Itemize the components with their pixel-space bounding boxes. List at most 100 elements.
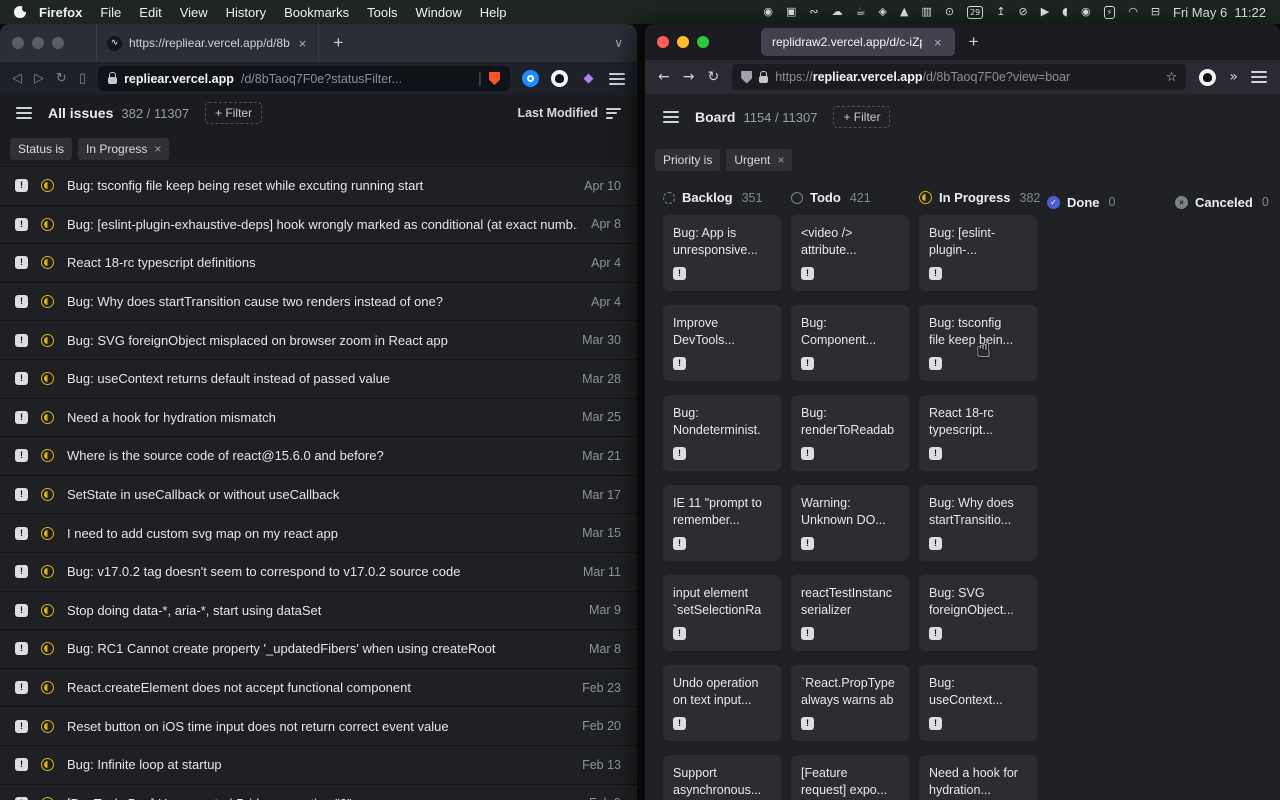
remove-filter-icon[interactable]: × bbox=[154, 142, 161, 156]
priority-urgent-icon[interactable]: ! bbox=[15, 720, 28, 733]
menu-item[interactable]: Edit bbox=[130, 5, 170, 20]
priority-urgent-icon[interactable]: ! bbox=[15, 488, 28, 501]
back-button[interactable]: ◁ bbox=[12, 71, 22, 86]
priority-urgent-icon[interactable]: ! bbox=[15, 411, 28, 424]
menu-item[interactable]: Window bbox=[407, 5, 471, 20]
reload-button[interactable]: ↻ bbox=[707, 69, 719, 85]
issue-row[interactable]: ! Need a hook for hydration mismatch Mar… bbox=[0, 399, 637, 438]
issue-row[interactable]: ! [DevTools Bug] Unsupported Bridge oper… bbox=[0, 785, 637, 800]
cloud-icon[interactable]: ☁ bbox=[832, 6, 843, 18]
issue-row[interactable]: ! Bug: Why does startTransition cause tw… bbox=[0, 283, 637, 322]
browser-menu-icon[interactable] bbox=[609, 73, 625, 85]
issue-row[interactable]: ! Bug: Infinite loop at startup Feb 13 bbox=[0, 746, 637, 785]
menu-item[interactable]: Help bbox=[471, 5, 516, 20]
priority-urgent-icon[interactable]: ! bbox=[15, 179, 28, 192]
status-in-progress-icon[interactable] bbox=[41, 720, 54, 733]
menu-item-firefox[interactable]: Firefox bbox=[30, 5, 91, 20]
record-icon[interactable]: ◉ bbox=[763, 6, 773, 18]
browser-tab[interactable]: replidraw2.vercel.app/d/c-iZpq × bbox=[761, 28, 955, 56]
status-in-progress-icon[interactable] bbox=[41, 334, 54, 347]
board-card[interactable]: React 18-rc typescript... ! bbox=[919, 395, 1037, 471]
board-card[interactable]: reactTestInstanc serializer ! bbox=[791, 575, 909, 651]
github-extension-icon[interactable] bbox=[1199, 69, 1216, 86]
sort-control[interactable]: Last Modified bbox=[517, 106, 621, 120]
add-filter-button[interactable]: + Filter bbox=[205, 102, 262, 124]
status-in-progress-icon[interactable] bbox=[41, 179, 54, 192]
filter-field-chip[interactable]: Priority is bbox=[655, 149, 720, 171]
minimize-window-button[interactable] bbox=[677, 36, 689, 48]
layout-icon[interactable]: ▥ bbox=[921, 6, 931, 18]
bookmark-icon[interactable]: ▯ bbox=[79, 71, 86, 86]
board-card[interactable]: Warning: Unknown DO... ! bbox=[791, 485, 909, 561]
issue-row[interactable]: ! Where is the source code of react@15.6… bbox=[0, 437, 637, 476]
menu-item[interactable]: View bbox=[171, 5, 217, 20]
status-in-progress-icon[interactable] bbox=[41, 681, 54, 694]
board-card[interactable]: Bug: renderToReadab ! bbox=[791, 395, 909, 471]
github-extension-icon[interactable] bbox=[551, 70, 568, 87]
issue-row[interactable]: ! Bug: useContext returns default instea… bbox=[0, 360, 637, 399]
close-window-button[interactable] bbox=[12, 37, 24, 49]
power-circle-icon[interactable]: ⊘ bbox=[1018, 6, 1027, 18]
extension-puzzle-icon[interactable]: ◆ bbox=[580, 70, 597, 87]
forward-button[interactable]: → bbox=[683, 69, 695, 85]
board-card[interactable]: Bug: Nondeterminist. ! bbox=[663, 395, 781, 471]
status-in-progress-icon[interactable] bbox=[41, 565, 54, 578]
play-circle-icon[interactable]: ▶ bbox=[1041, 6, 1049, 18]
issue-row[interactable]: ! Bug: v17.0.2 tag doesn't seem to corre… bbox=[0, 553, 637, 592]
close-window-button[interactable] bbox=[657, 36, 669, 48]
issue-row[interactable]: ! Bug: tsconfig file keep being reset wh… bbox=[0, 167, 637, 206]
volume-icon[interactable]: ◖ bbox=[1062, 6, 1068, 18]
issue-row[interactable]: ! Bug: SVG foreignObject misplaced on br… bbox=[0, 321, 637, 360]
issue-row[interactable]: ! I need to add custom svg map on my rea… bbox=[0, 514, 637, 553]
status-in-progress-icon[interactable] bbox=[41, 758, 54, 771]
status-in-progress-icon[interactable] bbox=[41, 411, 54, 424]
browser-tab[interactable]: ∿ https://repliear.vercel.app/d/8b × bbox=[96, 24, 319, 62]
window-controls[interactable] bbox=[657, 36, 709, 48]
board-card[interactable]: Bug: Why does startTransitio... ! bbox=[919, 485, 1037, 561]
zoom-window-button[interactable] bbox=[697, 36, 709, 48]
menu-item[interactable]: File bbox=[91, 5, 130, 20]
status-in-progress-icon[interactable] bbox=[41, 449, 54, 462]
priority-urgent-icon[interactable]: ! bbox=[15, 604, 28, 617]
sync-icon[interactable]: ∾ bbox=[809, 6, 818, 18]
address-bar[interactable]: https://repliear.vercel.app/d/8bTaoq7F0e… bbox=[732, 64, 1186, 90]
forward-button[interactable]: ▷ bbox=[34, 71, 44, 86]
menu-item[interactable]: Tools bbox=[358, 5, 406, 20]
docker-icon[interactable]: ☕ bbox=[856, 6, 866, 18]
status-in-progress-icon[interactable] bbox=[41, 527, 54, 540]
account-circle-icon[interactable]: ◉ bbox=[1081, 6, 1091, 18]
remove-filter-icon[interactable]: × bbox=[777, 153, 784, 167]
filter-field-chip[interactable]: Status is bbox=[10, 138, 72, 160]
priority-urgent-icon[interactable]: ! bbox=[15, 295, 28, 308]
add-filter-button[interactable]: + Filter bbox=[833, 106, 890, 128]
calendar-icon[interactable]: 29 bbox=[967, 6, 983, 19]
board-card[interactable]: Bug: SVG foreignObject... ! bbox=[919, 575, 1037, 651]
menu-item[interactable]: Bookmarks bbox=[275, 5, 358, 20]
priority-urgent-icon[interactable]: ! bbox=[15, 642, 28, 655]
upload-icon[interactable]: ↥ bbox=[996, 6, 1005, 18]
issue-row[interactable]: ! Stop doing data-*, aria-*, start using… bbox=[0, 592, 637, 631]
status-in-progress-icon[interactable] bbox=[41, 218, 54, 231]
back-button[interactable]: ← bbox=[658, 69, 670, 85]
toolbar-overflow-icon[interactable]: » bbox=[1229, 69, 1238, 85]
board-card[interactable]: Need a hook for hydration... ! bbox=[919, 755, 1037, 800]
menu-clock[interactable]: Fri May 6 11:22 bbox=[1173, 5, 1266, 20]
bookmark-star-icon[interactable]: ☆ bbox=[1166, 69, 1178, 85]
battery-icon[interactable]: ⚡ bbox=[1104, 6, 1116, 19]
control-center-icon[interactable]: ⊟ bbox=[1151, 6, 1160, 18]
reload-button[interactable]: ↻ bbox=[56, 71, 67, 86]
status-in-progress-icon[interactable] bbox=[41, 642, 54, 655]
window-controls[interactable] bbox=[12, 37, 64, 49]
tab-close-icon[interactable]: × bbox=[297, 36, 309, 51]
tab-close-icon[interactable]: × bbox=[932, 35, 944, 50]
priority-urgent-icon[interactable]: ! bbox=[15, 372, 28, 385]
status-in-progress-icon[interactable] bbox=[41, 372, 54, 385]
priority-urgent-icon[interactable]: ! bbox=[15, 449, 28, 462]
board-card[interactable]: Bug: App is unresponsive... ! bbox=[663, 215, 781, 291]
new-tab-button[interactable]: + bbox=[333, 33, 343, 53]
board-card[interactable]: `React.PropType always warns ab ! bbox=[791, 665, 909, 741]
board-card[interactable]: Bug: useContext... ! bbox=[919, 665, 1037, 741]
status-in-progress-icon[interactable] bbox=[41, 295, 54, 308]
priority-urgent-icon[interactable]: ! bbox=[15, 527, 28, 540]
tracking-shield-icon[interactable] bbox=[741, 71, 752, 84]
